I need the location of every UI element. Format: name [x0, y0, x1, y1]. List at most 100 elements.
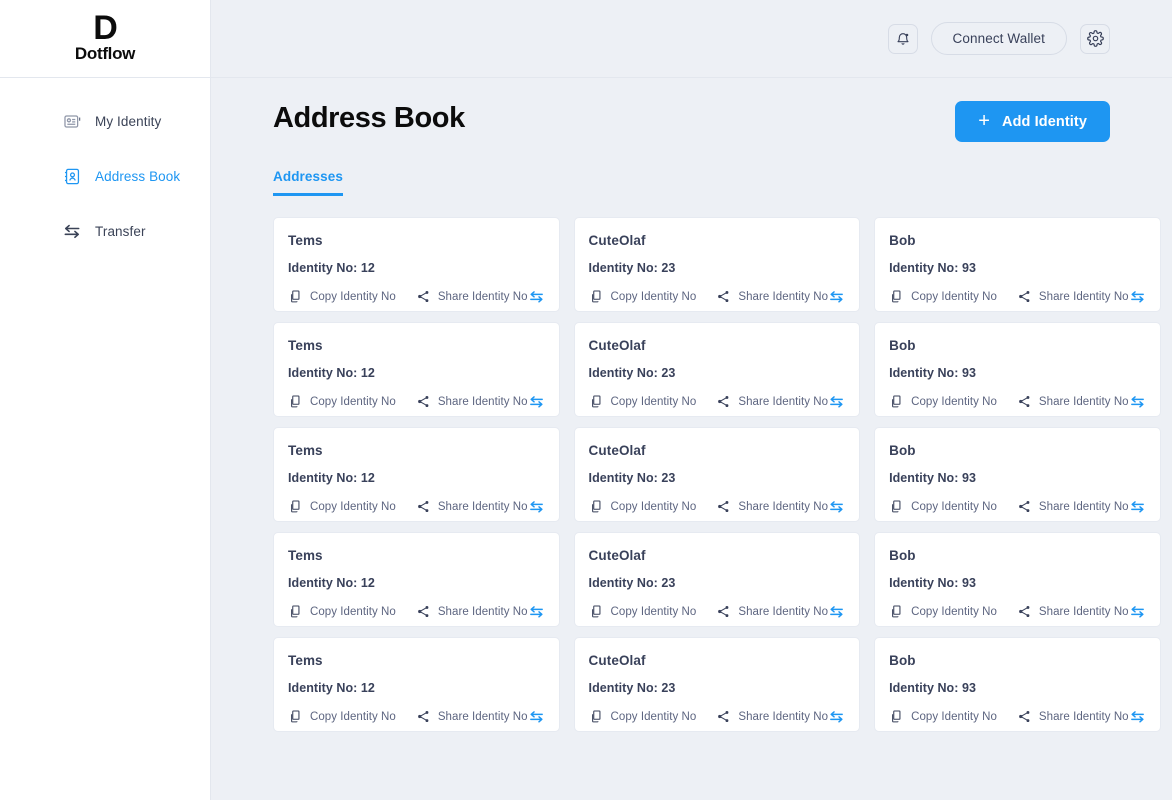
copy-identity-no-label: Copy Identity No: [610, 500, 697, 513]
sidebar-item-transfer[interactable]: Transfer: [0, 214, 210, 248]
copy-icon: [288, 394, 303, 409]
identity-card-name: CuteOlaf: [588, 443, 646, 458]
page-header: Address Book + Add Identity: [273, 78, 1110, 142]
add-identity-button[interactable]: + Add Identity: [955, 101, 1110, 142]
copy-identity-no-label: Copy Identity No: [610, 290, 697, 303]
transfer-identity-button[interactable]: [828, 498, 845, 515]
transfer-identity-button[interactable]: [1129, 393, 1146, 410]
sidebar-item-my-identity[interactable]: My Identity: [0, 104, 210, 138]
sidebar-item-address-book[interactable]: Address Book: [0, 159, 210, 193]
identity-card[interactable]: CuteOlaf Identity No: 23 Copy Identity N…: [573, 427, 861, 522]
copy-identity-no-button[interactable]: Copy Identity No: [589, 499, 697, 514]
identity-card[interactable]: Tems Identity No: 12 Copy Identity No Sh…: [273, 637, 560, 732]
share-identity-no-button[interactable]: Share Identity No: [716, 289, 828, 304]
identity-card[interactable]: CuteOlaf Identity No: 23 Copy Identity N…: [573, 217, 861, 312]
share-identity-no-button[interactable]: Share Identity No: [416, 499, 528, 514]
copy-identity-no-button[interactable]: Copy Identity No: [288, 289, 396, 304]
transfer-identity-button[interactable]: [828, 393, 845, 410]
identity-card[interactable]: Bob Identity No: 93 Copy Identity No Sha…: [874, 427, 1161, 522]
share-identity-no-button[interactable]: Share Identity No: [416, 604, 528, 619]
share-identity-no-button[interactable]: Share Identity No: [1017, 604, 1129, 619]
tab-bar: Addresses: [273, 169, 1110, 196]
identity-card[interactable]: Bob Identity No: 93 Copy Identity No Sha…: [874, 532, 1161, 627]
address-book-icon: [62, 166, 82, 186]
copy-identity-no-button[interactable]: Copy Identity No: [288, 394, 396, 409]
copy-identity-no-button[interactable]: Copy Identity No: [589, 289, 697, 304]
copy-identity-no-button[interactable]: Copy Identity No: [889, 394, 997, 409]
share-identity-no-button[interactable]: Share Identity No: [1017, 499, 1129, 514]
transfer-arrows-icon: [828, 288, 845, 305]
copy-icon: [889, 499, 904, 514]
notifications-button[interactable]: [887, 23, 918, 54]
identity-card-number: Identity No: 23: [588, 261, 676, 275]
identity-card[interactable]: CuteOlaf Identity No: 23 Copy Identity N…: [573, 322, 861, 417]
identity-card-actions: Copy Identity No Share Identity No: [889, 603, 1146, 620]
identity-card[interactable]: Tems Identity No: 12 Copy Identity No Sh…: [273, 322, 560, 417]
share-identity-no-label: Share Identity No: [738, 710, 829, 723]
identity-card-name: Bob: [889, 443, 916, 458]
connect-wallet-button[interactable]: Connect Wallet: [930, 22, 1067, 55]
transfer-identity-button[interactable]: [528, 708, 545, 725]
tab-addresses[interactable]: Addresses: [273, 169, 343, 196]
identity-card[interactable]: Bob Identity No: 93 Copy Identity No Sha…: [874, 217, 1161, 312]
transfer-identity-button[interactable]: [828, 603, 845, 620]
transfer-identity-button[interactable]: [1129, 603, 1146, 620]
share-identity-no-button[interactable]: Share Identity No: [1017, 394, 1129, 409]
identity-card[interactable]: Tems Identity No: 12 Copy Identity No Sh…: [273, 217, 560, 312]
share-identity-no-button[interactable]: Share Identity No: [716, 394, 828, 409]
copy-identity-no-button[interactable]: Copy Identity No: [889, 289, 997, 304]
share-identity-no-button[interactable]: Share Identity No: [416, 289, 528, 304]
settings-button[interactable]: [1080, 23, 1110, 54]
add-identity-label: Add Identity: [1002, 113, 1087, 130]
copy-identity-no-button[interactable]: Copy Identity No: [889, 499, 997, 514]
transfer-identity-button[interactable]: [828, 288, 845, 305]
copy-identity-no-button[interactable]: Copy Identity No: [889, 709, 997, 724]
share-identity-no-button[interactable]: Share Identity No: [1017, 709, 1129, 724]
transfer-identity-button[interactable]: [1129, 288, 1146, 305]
app-root: D Dotflow My Identity Address Book Trans…: [0, 0, 1172, 800]
identity-card[interactable]: Bob Identity No: 93 Copy Identity No Sha…: [874, 637, 1161, 732]
transfer-identity-button[interactable]: [528, 288, 545, 305]
copy-identity-no-button[interactable]: Copy Identity No: [288, 604, 396, 619]
identity-card[interactable]: CuteOlaf Identity No: 23 Copy Identity N…: [573, 532, 861, 627]
identity-card-actions: Copy Identity No Share Identity No: [589, 603, 846, 620]
share-identity-no-button[interactable]: Share Identity No: [716, 709, 828, 724]
copy-icon: [288, 709, 303, 724]
copy-icon: [288, 289, 303, 304]
identity-card-number: Identity No: 12: [288, 471, 375, 485]
share-nodes-icon: [1017, 499, 1032, 514]
brand-logo[interactable]: D Dotflow: [0, 0, 210, 78]
transfer-identity-button[interactable]: [528, 603, 545, 620]
copy-identity-no-button[interactable]: Copy Identity No: [288, 709, 396, 724]
share-identity-no-button[interactable]: Share Identity No: [1017, 289, 1129, 304]
transfer-arrows-icon: [528, 393, 545, 410]
identity-card[interactable]: Bob Identity No: 93 Copy Identity No Sha…: [874, 322, 1161, 417]
identity-card[interactable]: Tems Identity No: 12 Copy Identity No Sh…: [273, 427, 560, 522]
copy-identity-no-button[interactable]: Copy Identity No: [288, 499, 396, 514]
copy-identity-no-label: Copy Identity No: [911, 395, 997, 408]
share-identity-no-button[interactable]: Share Identity No: [416, 394, 528, 409]
sidebar-nav: My Identity Address Book Transfer: [0, 78, 210, 269]
identity-card[interactable]: Tems Identity No: 12 Copy Identity No Sh…: [273, 532, 560, 627]
copy-identity-no-button[interactable]: Copy Identity No: [889, 604, 997, 619]
copy-identity-no-label: Copy Identity No: [310, 710, 396, 723]
share-identity-no-button[interactable]: Share Identity No: [416, 709, 528, 724]
copy-identity-no-button[interactable]: Copy Identity No: [589, 709, 697, 724]
transfer-identity-button[interactable]: [1129, 498, 1146, 515]
identity-card[interactable]: CuteOlaf Identity No: 23 Copy Identity N…: [573, 637, 861, 732]
share-nodes-icon: [416, 289, 431, 304]
copy-identity-no-button[interactable]: Copy Identity No: [589, 604, 697, 619]
transfer-identity-button[interactable]: [528, 498, 545, 515]
share-identity-no-button[interactable]: Share Identity No: [716, 499, 828, 514]
transfer-identity-button[interactable]: [1129, 708, 1146, 725]
identity-card-actions: Copy Identity No Share Identity No: [288, 498, 545, 515]
copy-identity-no-label: Copy Identity No: [310, 605, 396, 618]
copy-icon: [889, 394, 904, 409]
identity-card-number: Identity No: 23: [588, 576, 676, 590]
share-identity-no-button[interactable]: Share Identity No: [716, 604, 828, 619]
copy-identity-no-button[interactable]: Copy Identity No: [589, 394, 697, 409]
identity-card-actions: Copy Identity No Share Identity No: [589, 288, 846, 305]
share-identity-no-label: Share Identity No: [437, 290, 528, 303]
transfer-identity-button[interactable]: [528, 393, 545, 410]
transfer-identity-button[interactable]: [828, 708, 845, 725]
